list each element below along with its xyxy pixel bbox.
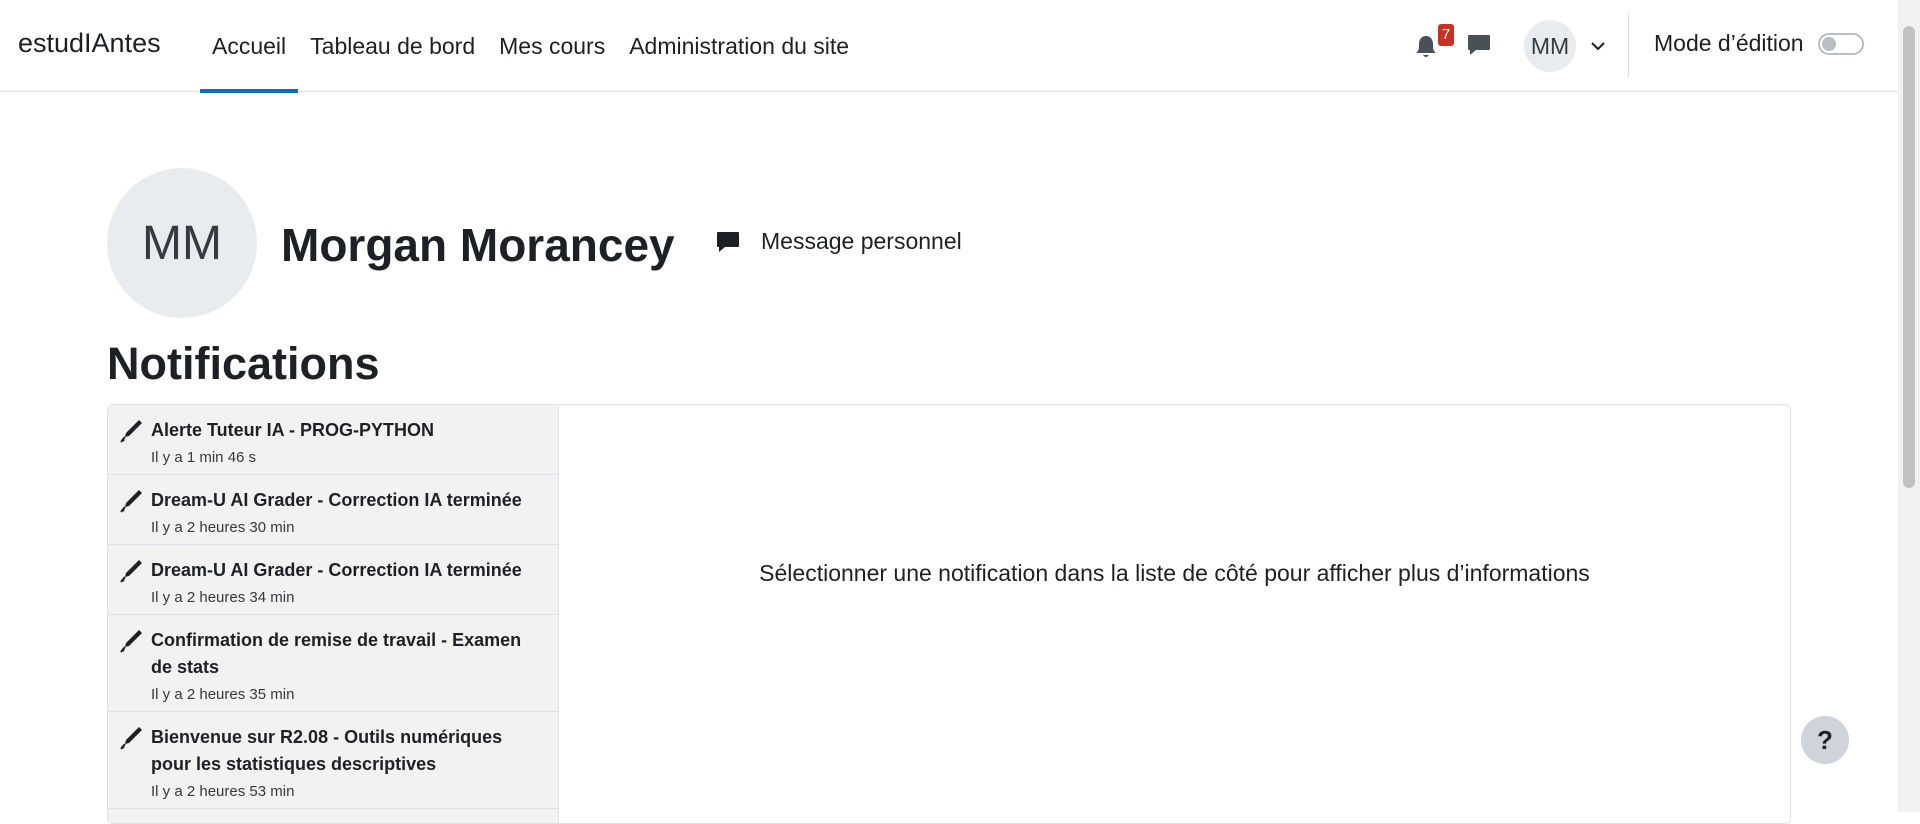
notification-title: Dream-U AI Grader - Correction IA termin… — [151, 490, 522, 510]
pen-icon — [120, 727, 142, 750]
edit-mode-label: Mode d’édition — [1654, 30, 1804, 56]
edit-mode-toggle[interactable] — [1818, 33, 1864, 55]
profile-avatar: MM — [107, 168, 257, 318]
notifications-panel: Alerte Tuteur IA - PROG-PYTHON Il y a 1 … — [107, 404, 1791, 824]
notification-time: Il y a 2 heures 35 min — [151, 686, 295, 703]
notification-time: Il y a 2 heures 53 min — [151, 783, 295, 800]
site-brand[interactable]: estudIAntes — [18, 28, 161, 59]
list-item[interactable]: Confirmation de remise de travail - Exam… — [108, 615, 558, 712]
top-navbar: estudIAntes Accueil Tableau de bord Mes … — [0, 0, 1898, 93]
profile-name: Morgan Morancey — [281, 219, 675, 271]
pen-icon — [120, 490, 142, 513]
nav-home[interactable]: Accueil — [200, 0, 299, 93]
personal-message-label: Message personnel — [761, 228, 962, 254]
notification-title: Confirmation de remise de travail - Exam… — [151, 630, 522, 677]
chevron-down-icon — [1591, 42, 1605, 51]
notification-title: Bienvenue sur R2.08 - Outils numériques … — [151, 727, 503, 774]
primary-navigation: Accueil Tableau de bord Mes cours Admini… — [200, 0, 861, 93]
avatar: MM — [1524, 20, 1576, 72]
notification-title: Dream-U AI Grader - Correction IA termin… — [151, 560, 522, 580]
navbar-divider — [1628, 12, 1629, 78]
notification-time: Il y a 1 min 46 s — [151, 449, 257, 466]
list-item[interactable]: Bienvenue sur R2.08 - Outils numériques … — [108, 712, 558, 809]
page-title: Notifications — [107, 338, 380, 389]
bell-icon[interactable] — [1414, 34, 1438, 60]
nav-site-admin[interactable]: Administration du site — [617, 0, 861, 92]
personal-message-button[interactable]: Message personnel — [715, 228, 962, 255]
scrollbar-thumb[interactable] — [1903, 26, 1915, 488]
help-button[interactable]: ? — [1801, 716, 1849, 764]
list-item[interactable]: Dream-U AI Grader - Correction IA termin… — [108, 475, 558, 545]
notification-title: Alerte Tuteur IA - PROG-PYTHON — [151, 420, 435, 440]
pen-icon — [120, 630, 142, 653]
navbar-actions: 7 MM Mode d’édition — [1400, 0, 1898, 92]
nav-dashboard[interactable]: Tableau de bord — [298, 0, 487, 92]
notification-time: Il y a 2 heures 34 min — [151, 589, 295, 606]
page-scrollbar[interactable] — [1898, 0, 1920, 812]
notification-count-badge: 7 — [1438, 24, 1454, 46]
notification-time: Il y a 2 heures 30 min — [151, 519, 295, 536]
user-menu-toggle[interactable]: MM — [1524, 18, 1606, 74]
notification-detail-placeholder: Sélectionner une notification dans la li… — [759, 560, 1590, 586]
toggle-knob — [1822, 37, 1836, 51]
pen-icon — [120, 420, 142, 443]
message-icon — [717, 231, 739, 252]
list-item[interactable]: Dream-U AI Grader - Correction IA termin… — [108, 545, 558, 615]
notification-detail-area: Sélectionner une notification dans la li… — [559, 405, 1790, 737]
list-item[interactable]: Alerte Tuteur IA - PROG-PYTHON Il y a 1 … — [108, 405, 558, 475]
notification-list: Alerte Tuteur IA - PROG-PYTHON Il y a 1 … — [108, 405, 559, 823]
pen-icon — [120, 560, 142, 583]
nav-my-courses[interactable]: Mes cours — [487, 0, 617, 92]
messages-icon[interactable] — [1466, 32, 1492, 58]
